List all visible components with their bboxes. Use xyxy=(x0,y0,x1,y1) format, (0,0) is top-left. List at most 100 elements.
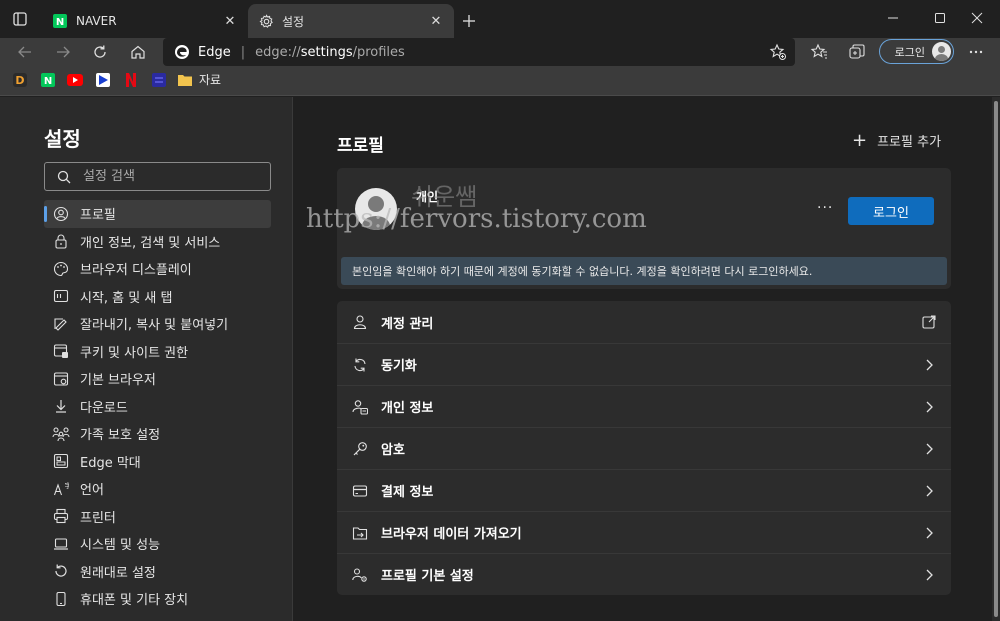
favorites-button[interactable] xyxy=(808,41,830,63)
page-scrollbar[interactable] xyxy=(992,97,1000,621)
profile-login-label: 로그인 xyxy=(894,45,925,59)
bookmark-netflix-icon[interactable] xyxy=(123,72,139,88)
settings-sidebar: 설정 프로필 개인 정보, 검색 및 서비스 브라우저 디스플레이 시작, 홈 … xyxy=(0,97,293,621)
account-icon xyxy=(351,313,369,331)
chevron-right-icon xyxy=(926,485,933,497)
edge-bar-icon xyxy=(52,452,70,470)
home-button[interactable] xyxy=(124,38,152,66)
home-icon xyxy=(131,45,145,59)
bookmarks-bar: D N 자료 xyxy=(0,66,1000,96)
sidebar-item-label: 쿠키 및 사이트 권한 xyxy=(80,345,189,361)
list-item-import-data[interactable]: 브라우저 데이터 가져오기 xyxy=(337,511,951,553)
collections-button[interactable] xyxy=(846,41,868,63)
list-item-passwords[interactable]: 암호 xyxy=(337,427,951,469)
sidebar-item-label: 잘라내기, 복사 및 붙여넣기 xyxy=(80,318,229,334)
avatar xyxy=(932,42,951,61)
page-title: 프로필 xyxy=(337,136,384,156)
profile-settings-list: 계정 관리 동기화 개인 정보 암호 결제 정보 브라우저 데이터 가져오기 프… xyxy=(337,301,951,595)
settings-more-button[interactable] xyxy=(965,41,987,63)
tab-label: NAVER xyxy=(76,14,117,28)
sidebar-item-cookies[interactable]: 쿠키 및 사이트 권한 xyxy=(44,338,271,366)
tab-naver[interactable]: N NAVER ✕ xyxy=(42,4,248,38)
bookmark-site-icon[interactable] xyxy=(151,72,167,88)
profile-more-button[interactable]: ··· xyxy=(817,200,833,216)
sidebar-item-appearance[interactable]: 브라우저 디스플레이 xyxy=(44,255,271,283)
svg-text:N: N xyxy=(56,17,64,28)
address-brand: Edge xyxy=(198,44,231,60)
arrow-right-icon xyxy=(57,46,70,58)
settings-search[interactable] xyxy=(44,162,271,191)
gear-icon xyxy=(258,13,274,29)
sidebar-item-system[interactable]: 시스템 및 성능 xyxy=(44,530,271,558)
add-favorite-icon[interactable] xyxy=(769,43,787,61)
list-item-label: 프로필 기본 설정 xyxy=(381,569,474,584)
profile-name: 개인 xyxy=(416,190,439,204)
browser-icon xyxy=(52,370,70,388)
sidebar-item-languages[interactable]: 字 언어 xyxy=(44,475,271,503)
sidebar-item-reset[interactable]: 원래대로 설정 xyxy=(44,558,271,586)
address-url: edge://settings/profiles xyxy=(255,45,405,60)
bookmark-folder[interactable]: 자료 xyxy=(177,71,221,88)
sidebar-item-downloads[interactable]: 다운로드 xyxy=(44,393,271,421)
clipboard-icon xyxy=(52,315,70,333)
sidebar-item-label: 개인 정보, 검색 및 서비스 xyxy=(80,235,221,251)
sidebar-item-default-browser[interactable]: 기본 브라우저 xyxy=(44,365,271,393)
sidebar-item-label: 프린터 xyxy=(80,510,116,526)
list-item-label: 계정 관리 xyxy=(381,316,434,332)
tab-settings[interactable]: 설정 ✕ xyxy=(248,4,454,38)
forward-button[interactable] xyxy=(49,38,77,66)
more-icon xyxy=(969,50,983,54)
close-window-button[interactable] xyxy=(954,4,1000,32)
profile-icon xyxy=(52,205,70,223)
sidebar-item-phone[interactable]: 휴대폰 및 기타 장치 xyxy=(44,585,271,613)
bookmark-naver-icon[interactable]: N xyxy=(40,72,56,88)
close-icon xyxy=(971,12,983,24)
add-profile-button[interactable]: + 프로필 추가 xyxy=(852,131,941,150)
sidebar-item-start[interactable]: 시작, 홈 및 새 탭 xyxy=(44,283,271,311)
list-item-personal-info[interactable]: 개인 정보 xyxy=(337,385,951,427)
chevron-right-icon xyxy=(926,359,933,371)
maximize-icon xyxy=(935,13,945,23)
tab-close-button[interactable]: ✕ xyxy=(424,9,448,33)
sidebar-item-label: 원래대로 설정 xyxy=(80,565,156,581)
scrollbar-thumb[interactable] xyxy=(994,101,998,617)
list-item-profile-preferences[interactable]: 프로필 기본 설정 xyxy=(337,553,951,595)
list-item-sync[interactable]: 동기화 xyxy=(337,343,951,385)
bookmark-play-icon[interactable] xyxy=(95,72,111,88)
sidebar-item-printers[interactable]: 프린터 xyxy=(44,503,271,531)
profile-login-button[interactable]: 로그인 xyxy=(879,39,954,64)
refresh-button[interactable] xyxy=(86,38,114,66)
download-icon xyxy=(52,397,70,415)
sidebar-item-family[interactable]: 가족 보호 설정 xyxy=(44,420,271,448)
reset-icon xyxy=(52,562,70,580)
new-tab-button[interactable] xyxy=(458,10,480,32)
sidebar-item-label: 가족 보호 설정 xyxy=(80,428,161,444)
title-bar: N NAVER ✕ 설정 ✕ xyxy=(0,0,1000,38)
sidebar-item-share-copy-paste[interactable]: 잘라내기, 복사 및 붙여넣기 xyxy=(44,310,271,338)
key-icon xyxy=(351,440,369,458)
sidebar-title: 설정 xyxy=(44,127,81,151)
sidebar-item-profiles[interactable]: 프로필 xyxy=(44,200,271,228)
bookmark-folder-label: 자료 xyxy=(199,73,222,87)
back-button[interactable] xyxy=(11,38,39,66)
url-path: /profiles xyxy=(352,44,405,60)
folder-icon xyxy=(178,74,192,86)
bookmark-youtube-icon[interactable] xyxy=(67,72,83,88)
import-icon xyxy=(351,524,369,542)
bookmark-d-icon[interactable]: D xyxy=(12,72,28,88)
list-item-payment-info[interactable]: 결제 정보 xyxy=(337,469,951,511)
search-input[interactable] xyxy=(83,169,263,184)
minimize-button[interactable] xyxy=(870,4,916,32)
chevron-right-icon xyxy=(926,569,933,581)
chevron-right-icon xyxy=(926,443,933,455)
lock-icon xyxy=(52,232,70,250)
list-item-manage-account[interactable]: 계정 관리 xyxy=(337,301,951,343)
address-bar[interactable]: Edge | edge://settings/profiles xyxy=(163,38,795,66)
tab-actions-button[interactable] xyxy=(0,0,40,38)
tab-close-button[interactable]: ✕ xyxy=(218,9,242,33)
sidebar-nav: 프로필 개인 정보, 검색 및 서비스 브라우저 디스플레이 시작, 홈 및 새… xyxy=(44,200,271,613)
sidebar-item-privacy[interactable]: 개인 정보, 검색 및 서비스 xyxy=(44,228,271,256)
sidebar-item-edge-bar[interactable]: Edge 막대 xyxy=(44,448,271,476)
sign-in-button[interactable]: 로그인 xyxy=(848,197,934,225)
laptop-icon xyxy=(52,535,70,553)
